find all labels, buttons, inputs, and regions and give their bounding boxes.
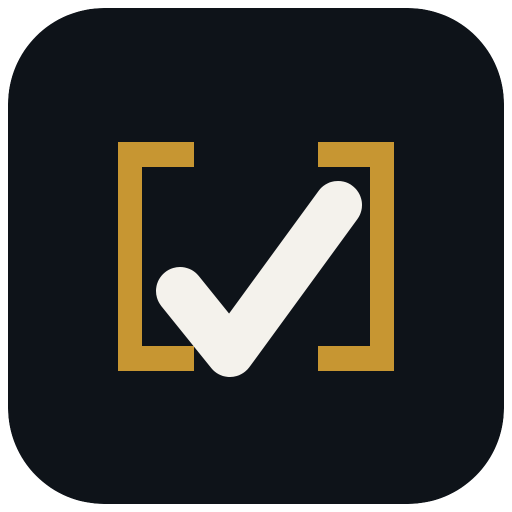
icon-background [8, 8, 504, 504]
app-icon-artwork [8, 8, 504, 504]
app-icon [8, 8, 504, 504]
